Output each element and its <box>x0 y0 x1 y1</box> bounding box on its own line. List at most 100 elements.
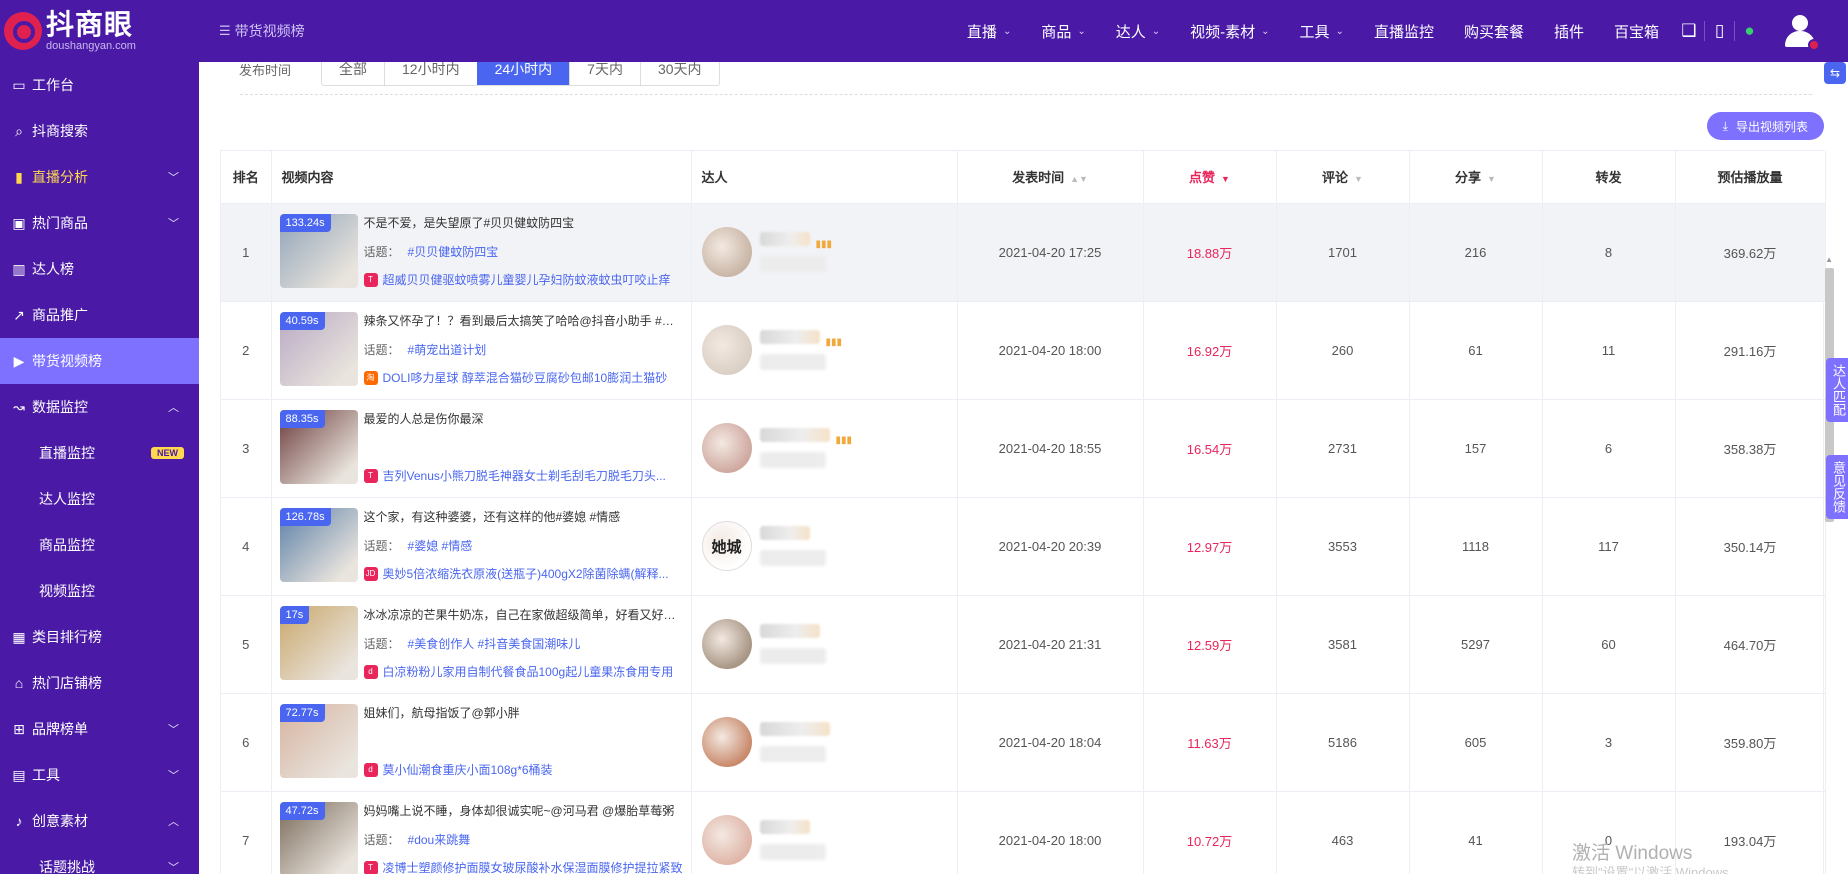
time-range-segmented: 全部 12小时内 24小时内 7天内 30天内 <box>321 62 720 86</box>
topnav-item[interactable]: 购买套餐 <box>1449 21 1539 42</box>
topnav-label: 插件 <box>1553 23 1584 41</box>
talent-avatar[interactable] <box>701 619 752 669</box>
phone-icon[interactable]: ▯ <box>1704 21 1734 41</box>
book-icon[interactable]: ❑ <box>1674 21 1704 41</box>
topic-tags[interactable]: #萌宠出道计划 <box>408 343 487 357</box>
topic-tags[interactable]: #美食创作人 #抖音美食国潮味儿 <box>408 637 581 651</box>
sidebar-item[interactable]: 达人监控 <box>0 476 199 522</box>
video-title[interactable]: 姐妹们，航母指饭了@郭小胖 <box>364 704 683 721</box>
talent-avatar[interactable] <box>701 227 752 277</box>
topnav-item[interactable]: 达人 ⌄ <box>1101 21 1175 42</box>
sidebar-item[interactable]: ▤ 工具 ﹀ <box>0 752 199 798</box>
topnav-item[interactable]: 插件 <box>1539 21 1599 42</box>
sidebar-item[interactable]: 话题挑战 ﹀ <box>0 844 199 874</box>
video-thumbnail[interactable]: 88.35s <box>279 410 358 484</box>
sidebar-item[interactable]: ▦ 类目排行榜 <box>0 614 199 660</box>
video-thumbnail[interactable]: 47.72s <box>279 802 358 874</box>
time-range-option[interactable]: 30天内 <box>639 62 719 85</box>
talent-avatar[interactable] <box>701 717 752 767</box>
video-thumbnail[interactable]: 17s <box>279 606 358 680</box>
sidebar-item-label: 话题挑战 <box>39 859 95 874</box>
time-range-option[interactable]: 全部 <box>322 62 384 85</box>
user-avatar[interactable] <box>1782 13 1820 51</box>
header-time[interactable]: 发表时间 ▲▼ <box>957 151 1144 204</box>
scroll-up-icon[interactable]: ▲ <box>1825 255 1833 264</box>
topic-tags[interactable]: #dou来跳舞 <box>408 833 471 847</box>
sidebar-item[interactable]: ♪ 创意素材 ︿ <box>0 798 199 844</box>
video-title[interactable]: 辣条又怀孕了！？看到最后太搞笑了哈哈@抖音小助手 #萌宠出道计划 <box>364 312 684 329</box>
talent-match-tab[interactable]: 达人匹配 <box>1826 358 1848 422</box>
share-icon: ↗ <box>13 306 25 323</box>
table-row[interactable]: 3 88.35s 最爱的人总是伤你最深 T 吉列Venus小熊刀脱毛神器女士剃毛刮毛刀脱… <box>221 399 1826 498</box>
video-thumbnail[interactable]: 40.59s <box>279 312 358 386</box>
table-row[interactable]: 1 133.24s 不是不爱，是失望原了#贝贝健蚊防四宝 话题： #贝贝健蚊防四宝 T 超威… <box>221 203 1826 302</box>
table-row[interactable]: 4 126.78s 这个家，有这种婆婆，还有这样的他#婆媳 #情感 话题： #婆媳 #情… <box>221 497 1826 596</box>
sort-icon[interactable]: ▲▼ <box>1070 174 1088 184</box>
topnav-item[interactable]: 工具 ⌄ <box>1285 21 1359 42</box>
wechat-icon[interactable]: ● <box>1734 21 1764 41</box>
sort-desc-icon[interactable]: ▼ <box>1221 174 1230 184</box>
topic-tags[interactable]: #贝贝健蚊防四宝 <box>408 245 499 259</box>
publish-time-filter: 发布时间 全部 12小时内 24小时内 7天内 30天内 <box>239 62 720 86</box>
tiktok-icon: ♪ <box>15 813 23 829</box>
sort-icon[interactable]: ▼ <box>1354 174 1363 184</box>
sidebar-item[interactable]: ↝ 数据监控 ︿ <box>0 384 199 430</box>
sidebar-item[interactable]: ⌕ 抖商搜索 <box>0 108 199 154</box>
product-link[interactable]: T 吉列Venus小熊刀脱毛神器女士剃毛刮毛刀脱毛刀头... <box>363 467 683 484</box>
topic-tags[interactable]: #婆媳 #情感 <box>408 539 473 553</box>
new-badge: NEW <box>151 447 184 459</box>
table-row[interactable]: 2 40.59s 辣条又怀孕了！？看到最后太搞笑了哈哈@抖音小助手 #萌宠出道计划话… <box>221 301 1826 400</box>
talent-info-blurred <box>759 820 826 860</box>
table-row[interactable]: 5 17s 冰冰凉凉的芒果牛奶冻，自己在家做超级简单，好看又好吃 #美食创作人话题：… <box>221 595 1826 694</box>
topnav-item[interactable]: 视频-素材 ⌄ <box>1175 21 1284 42</box>
menu-toggle-icon[interactable]: ☰ <box>219 23 231 39</box>
sidebar-item[interactable]: ▥ 达人榜 <box>0 246 199 292</box>
sidebar-item[interactable]: 视频监控 <box>0 568 199 614</box>
time-range-option[interactable]: 7天内 <box>569 62 640 85</box>
video-title[interactable]: 妈妈嘴上说不睡，身体却很诚实呢~@河马君 @爆胎草莓粥 <box>364 802 683 819</box>
product-link[interactable]: d 莫小仙潮食重庆小面108g*6桶装 <box>363 761 683 778</box>
header-comments[interactable]: 评论 ▼ <box>1276 151 1410 204</box>
video-thumbnail[interactable]: 126.78s <box>279 508 358 582</box>
product-link[interactable]: JD 奥妙5倍浓缩洗衣原液(送瓶子)400gX2除菌除螨(解释... <box>363 565 683 582</box>
time-range-option[interactable]: 24小时内 <box>476 62 570 85</box>
sidebar-item[interactable]: ⌂ 热门店铺榜 <box>0 660 199 706</box>
side-tool-icon[interactable]: ⇆ <box>1824 62 1846 84</box>
video-title[interactable]: 不是不爱，是失望原了#贝贝健蚊防四宝 <box>364 214 683 231</box>
video-title[interactable]: 最爱的人总是伤你最深 <box>364 410 683 427</box>
sidebar-item[interactable]: ▶ 带货视频榜 <box>0 338 199 384</box>
video-thumbnail[interactable]: 72.77s <box>279 704 358 778</box>
sidebar-item[interactable]: ↗ 商品推广 <box>0 292 199 338</box>
sidebar-item[interactable]: ▣ 热门商品 ﹀ <box>0 200 199 246</box>
sidebar-item[interactable]: ▮ 直播分析 ﹀ <box>0 154 199 200</box>
sidebar-item[interactable]: 直播监控 NEW <box>0 430 199 476</box>
talent-avatar[interactable] <box>701 815 752 865</box>
sort-icon[interactable]: ▼ <box>1487 174 1496 184</box>
talent-avatar[interactable] <box>701 325 752 375</box>
product-link[interactable]: T 超威贝贝健驱蚊喷雾儿童婴儿孕妇防蚊液蚊虫叮咬止痒 <box>363 271 683 288</box>
header-shares[interactable]: 分享 ▼ <box>1409 151 1543 204</box>
table-row[interactable]: 6 72.77s 姐妹们，航母指饭了@郭小胖 d 莫小仙潮食重庆小面108g*6桶装 20… <box>221 693 1826 792</box>
topnav-item[interactable]: 商品 ⌄ <box>1026 21 1100 42</box>
video-title[interactable]: 冰冰凉凉的芒果牛奶冻，自己在家做超级简单，好看又好吃 #美食创作人 <box>364 606 684 623</box>
sidebar-item[interactable]: ⊞ 品牌榜单 ﹀ <box>0 706 199 752</box>
product-link[interactable]: d 白凉粉粉儿家用自制代餐食品100g起儿童果冻食用专用 <box>363 663 684 680</box>
sidebar-item[interactable]: ▭ 工作台 <box>0 62 199 108</box>
product-link[interactable]: 淘 DOLI哆力星球 醇萃混合猫砂豆腐砂包邮10膨润土猫砂 <box>363 369 684 386</box>
topnav-item[interactable]: 直播监控 <box>1359 21 1449 42</box>
talent-cell <box>691 791 958 874</box>
sidebar-item[interactable]: 商品监控 <box>0 522 199 568</box>
topnav-item[interactable]: 百宝箱 <box>1599 21 1674 42</box>
logo[interactable]: 抖商眼 doushangyan.com <box>0 0 199 62</box>
topnav-item[interactable]: 直播 ⌄ <box>952 21 1026 42</box>
topnav-label: 直播监控 <box>1373 23 1434 41</box>
video-title[interactable]: 这个家，有这种婆婆，还有这样的他#婆媳 #情感 <box>364 508 683 525</box>
talent-avatar[interactable] <box>701 423 752 473</box>
header-likes[interactable]: 点赞 ▼ <box>1143 151 1277 204</box>
talent-avatar[interactable]: 她城 <box>701 521 752 571</box>
product-link[interactable]: T 凌博士塑颜修护面膜女玻尿酸补水保湿面膜修护提拉紧致 <box>363 859 683 874</box>
feedback-tab[interactable]: 意见反馈 <box>1826 455 1848 519</box>
time-range-option[interactable]: 12小时内 <box>384 62 477 85</box>
video-thumbnail[interactable]: 133.24s <box>279 214 358 288</box>
export-video-list-button[interactable]: ⤓ 导出视频列表 <box>1706 112 1824 140</box>
